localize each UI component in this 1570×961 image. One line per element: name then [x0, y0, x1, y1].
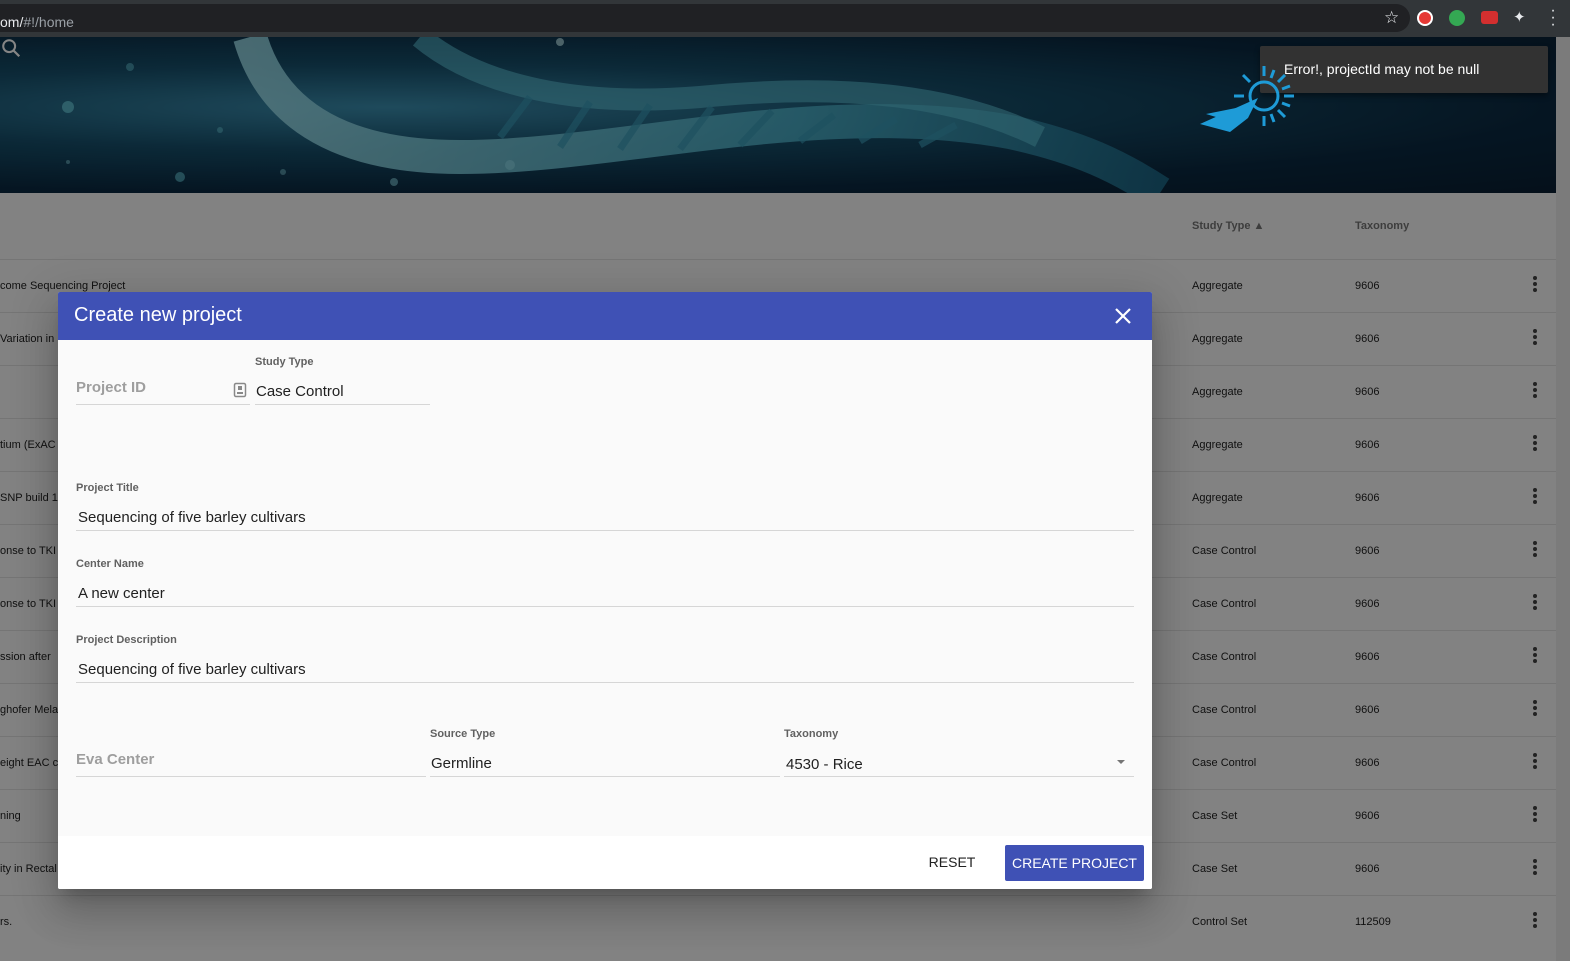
extension-grammarly-icon[interactable]: [1449, 10, 1465, 26]
extension-lastpass-icon[interactable]: [1481, 11, 1498, 24]
error-toast: Error!, projectId may not be null: [1260, 46, 1548, 93]
eva-center-input[interactable]: Eva Center: [76, 751, 154, 768]
project-title-label: Project Title: [76, 482, 139, 494]
dropdown-arrow-icon[interactable]: [1116, 759, 1126, 765]
center-name-field[interactable]: A new center: [78, 585, 165, 602]
project-title-underline: [76, 530, 1134, 531]
eva-center-underline: [76, 776, 426, 777]
id-badge-icon: [233, 382, 247, 398]
study-type-label: Study Type: [255, 356, 314, 368]
source-type-label: Source Type: [430, 728, 496, 740]
address-bar[interactable]: om/#!/home: [0, 4, 1410, 32]
project-description-label: Project Description: [76, 634, 177, 646]
extension-bird-icon[interactable]: ✦: [1513, 8, 1529, 26]
center-name-underline: [76, 606, 1134, 607]
reset-button[interactable]: RESET: [922, 848, 982, 876]
dialog-footer: RESET CREATE PROJECT: [58, 836, 1152, 889]
study-type-underline: [255, 404, 430, 405]
browser-toolbar: om/#!/home ☆ ✦ · · ·: [0, 0, 1570, 37]
project-description-field[interactable]: Sequencing of five barley cultivars: [78, 661, 306, 678]
url-text: om/#!/home: [0, 14, 74, 30]
project-description-underline: [76, 682, 1134, 683]
project-id-input[interactable]: Project ID: [76, 379, 146, 396]
extension-adblock-icon[interactable]: [1417, 10, 1433, 26]
cursor-click-icon: [1200, 66, 1294, 132]
taxonomy-underline: [784, 776, 1134, 777]
taxonomy-label: Taxonomy: [784, 728, 839, 740]
source-type-underline: [430, 776, 780, 777]
study-type-field[interactable]: Case Control: [256, 383, 344, 400]
bookmark-star-icon[interactable]: ☆: [1384, 8, 1399, 28]
create-project-button[interactable]: CREATE PROJECT: [1005, 845, 1144, 881]
dialog-title: Create new project: [74, 304, 242, 326]
browser-menu-icon[interactable]: · · ·: [1548, 3, 1558, 33]
project-title-field[interactable]: Sequencing of five barley cultivars: [78, 509, 306, 526]
dialog-header: Create new project: [58, 292, 1152, 340]
close-icon[interactable]: [1111, 304, 1135, 328]
center-name-label: Center Name: [76, 558, 144, 570]
create-project-dialog: Create new project Project ID Study Type…: [58, 292, 1152, 889]
source-type-field[interactable]: Germline: [431, 755, 492, 772]
taxonomy-select[interactable]: 4530 - Rice: [786, 756, 863, 773]
project-id-underline: [76, 404, 250, 405]
